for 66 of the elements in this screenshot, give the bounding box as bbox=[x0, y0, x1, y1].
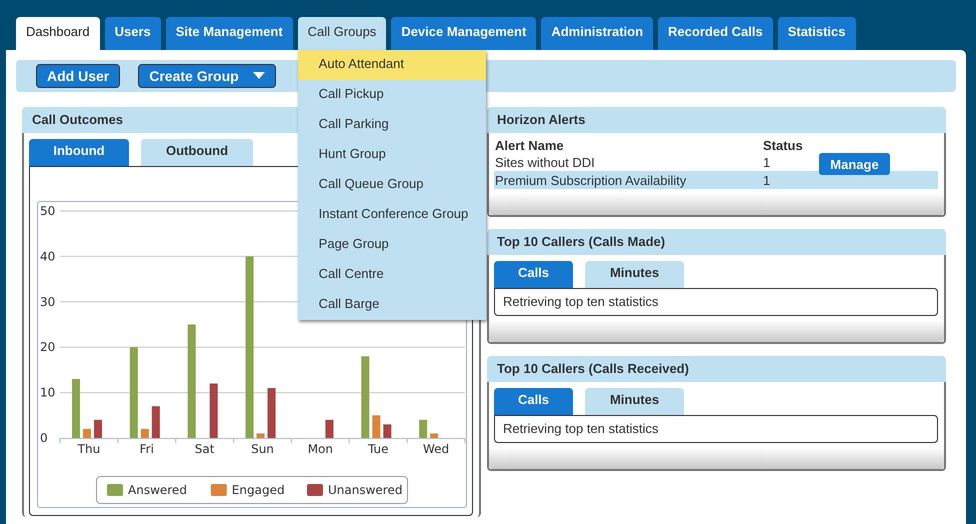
column-header: Alert Name bbox=[494, 138, 565, 152]
tab[interactable]: Outbound bbox=[141, 139, 253, 166]
legend-label: Engaged bbox=[232, 483, 285, 497]
panel-title: Top 10 Callers (Calls Received) bbox=[487, 356, 946, 382]
table-cell-text: 1 bbox=[763, 154, 772, 170]
axis-label: Tue bbox=[368, 442, 388, 456]
nav-tab[interactable]: Recorded Calls bbox=[658, 17, 773, 50]
axis-label: 20 bbox=[40, 340, 56, 354]
nav-tab[interactable]: Administration bbox=[541, 17, 654, 50]
axis-label: Wed bbox=[422, 442, 450, 456]
button[interactable]: Add User bbox=[36, 64, 120, 88]
tab[interactable]: Inbound bbox=[29, 139, 129, 166]
dropdown-button[interactable]: Create Group bbox=[138, 64, 276, 88]
menu-item[interactable]: Hunt Group bbox=[298, 140, 486, 170]
nav-tab[interactable]: Device Management bbox=[391, 17, 536, 50]
nav-tab[interactable]: Users bbox=[104, 17, 161, 50]
bar bbox=[152, 406, 160, 438]
status-message: Retrieving top ten statistics bbox=[494, 415, 938, 443]
bar bbox=[383, 424, 392, 438]
table-cell-text: Sites without DDI bbox=[494, 154, 596, 170]
caret-icon bbox=[252, 72, 265, 80]
tab[interactable]: Calls bbox=[494, 388, 573, 415]
menu-item[interactable]: Call Barge bbox=[298, 290, 486, 320]
bar bbox=[72, 378, 80, 438]
menu-item[interactable]: Call Centre bbox=[298, 260, 486, 290]
axis-label: Sun bbox=[251, 442, 274, 456]
bar bbox=[419, 420, 428, 438]
menu-item[interactable]: Auto Attendant bbox=[298, 50, 486, 80]
bar bbox=[430, 433, 438, 438]
tab[interactable]: Minutes bbox=[585, 388, 684, 415]
axis-label: 10 bbox=[40, 386, 56, 400]
tab[interactable]: Calls bbox=[494, 261, 573, 288]
tab[interactable]: Minutes bbox=[585, 261, 684, 288]
nav-tab[interactable]: Site Management bbox=[166, 17, 293, 50]
legend-label: Answered bbox=[128, 483, 187, 497]
manage-button[interactable]: Manage bbox=[819, 153, 890, 175]
axis-label: 40 bbox=[40, 249, 56, 264]
nav-tab[interactable]: Statistics bbox=[778, 17, 856, 50]
panel-title: Top 10 Callers (Calls Made) bbox=[487, 229, 946, 255]
table-cell-text: Premium Subscription Availability bbox=[494, 172, 688, 188]
column-header: Status bbox=[763, 138, 804, 152]
nav-tab[interactable]: Call Groups bbox=[298, 17, 386, 50]
bar bbox=[372, 415, 380, 438]
bar bbox=[94, 420, 102, 438]
axis-label: 30 bbox=[40, 294, 56, 309]
axis-label: Thu bbox=[78, 442, 100, 456]
menu-item[interactable]: Instant Conference Group bbox=[298, 200, 486, 230]
menu-item[interactable]: Call Queue Group bbox=[298, 170, 486, 200]
axis-label: Sat bbox=[194, 442, 214, 456]
table-cell-text: 1 bbox=[763, 172, 772, 188]
panel-title: Horizon Alerts bbox=[487, 107, 946, 133]
bar bbox=[83, 428, 91, 438]
bar bbox=[140, 428, 149, 438]
menu-item[interactable]: Call Pickup bbox=[298, 80, 486, 110]
bar bbox=[210, 384, 218, 438]
menu-item[interactable]: Page Group bbox=[298, 230, 486, 260]
bar bbox=[256, 433, 265, 438]
axis-label: Mon bbox=[308, 442, 334, 456]
nav-tab[interactable]: Dashboard bbox=[16, 17, 100, 50]
axis-label: 50 bbox=[40, 204, 56, 218]
legend-label: Unanswered bbox=[328, 483, 402, 497]
bar bbox=[268, 388, 276, 438]
axis-label: 0 bbox=[40, 431, 48, 445]
axis-label: Fri bbox=[140, 442, 154, 456]
bar bbox=[325, 420, 334, 438]
status-message: Retrieving top ten statistics bbox=[494, 288, 938, 316]
